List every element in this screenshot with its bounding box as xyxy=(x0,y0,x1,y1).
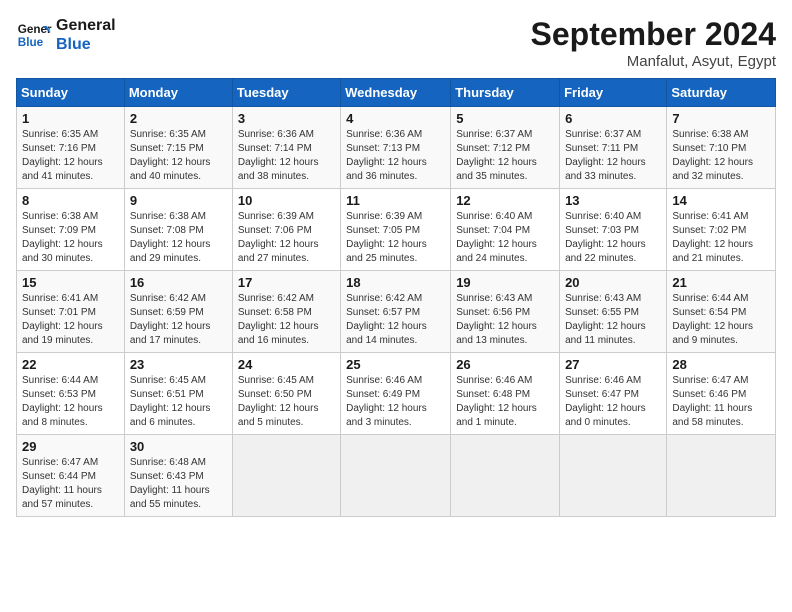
header-thursday: Thursday xyxy=(451,79,560,107)
calendar-day-10: 10Sunrise: 6:39 AM Sunset: 7:06 PM Dayli… xyxy=(232,189,340,271)
location-title: Manfalut, Asyut, Egypt xyxy=(531,53,776,70)
calendar-header-row: SundayMondayTuesdayWednesdayThursdayFrid… xyxy=(17,79,776,107)
calendar-empty xyxy=(667,435,776,517)
calendar-day-21: 21Sunrise: 6:44 AM Sunset: 6:54 PM Dayli… xyxy=(667,271,776,353)
calendar-day-5: 5Sunrise: 6:37 AM Sunset: 7:12 PM Daylig… xyxy=(451,107,560,189)
calendar-day-1: 1Sunrise: 6:35 AM Sunset: 7:16 PM Daylig… xyxy=(17,107,125,189)
calendar-day-30: 30Sunrise: 6:48 AM Sunset: 6:43 PM Dayli… xyxy=(124,435,232,517)
calendar-day-9: 9Sunrise: 6:38 AM Sunset: 7:08 PM Daylig… xyxy=(124,189,232,271)
calendar-empty xyxy=(451,435,560,517)
logo-icon: General Blue xyxy=(16,17,52,53)
calendar-week-5: 29Sunrise: 6:47 AM Sunset: 6:44 PM Dayli… xyxy=(17,435,776,517)
calendar-day-28: 28Sunrise: 6:47 AM Sunset: 6:46 PM Dayli… xyxy=(667,353,776,435)
header-wednesday: Wednesday xyxy=(341,79,451,107)
calendar-empty xyxy=(232,435,340,517)
calendar-day-19: 19Sunrise: 6:43 AM Sunset: 6:56 PM Dayli… xyxy=(451,271,560,353)
calendar-day-6: 6Sunrise: 6:37 AM Sunset: 7:11 PM Daylig… xyxy=(560,107,667,189)
calendar-day-23: 23Sunrise: 6:45 AM Sunset: 6:51 PM Dayli… xyxy=(124,353,232,435)
calendar-week-4: 22Sunrise: 6:44 AM Sunset: 6:53 PM Dayli… xyxy=(17,353,776,435)
month-title: September 2024 xyxy=(531,16,776,53)
calendar-day-29: 29Sunrise: 6:47 AM Sunset: 6:44 PM Dayli… xyxy=(17,435,125,517)
calendar-day-18: 18Sunrise: 6:42 AM Sunset: 6:57 PM Dayli… xyxy=(341,271,451,353)
calendar-day-26: 26Sunrise: 6:46 AM Sunset: 6:48 PM Dayli… xyxy=(451,353,560,435)
calendar-day-16: 16Sunrise: 6:42 AM Sunset: 6:59 PM Dayli… xyxy=(124,271,232,353)
calendar-day-13: 13Sunrise: 6:40 AM Sunset: 7:03 PM Dayli… xyxy=(560,189,667,271)
calendar-empty xyxy=(341,435,451,517)
calendar-day-4: 4Sunrise: 6:36 AM Sunset: 7:13 PM Daylig… xyxy=(341,107,451,189)
header-saturday: Saturday xyxy=(667,79,776,107)
calendar-day-3: 3Sunrise: 6:36 AM Sunset: 7:14 PM Daylig… xyxy=(232,107,340,189)
calendar-week-3: 15Sunrise: 6:41 AM Sunset: 7:01 PM Dayli… xyxy=(17,271,776,353)
calendar-table: SundayMondayTuesdayWednesdayThursdayFrid… xyxy=(16,78,776,517)
calendar-week-1: 1Sunrise: 6:35 AM Sunset: 7:16 PM Daylig… xyxy=(17,107,776,189)
calendar-day-25: 25Sunrise: 6:46 AM Sunset: 6:49 PM Dayli… xyxy=(341,353,451,435)
calendar-day-2: 2Sunrise: 6:35 AM Sunset: 7:15 PM Daylig… xyxy=(124,107,232,189)
svg-text:Blue: Blue xyxy=(18,36,44,49)
calendar-day-27: 27Sunrise: 6:46 AM Sunset: 6:47 PM Dayli… xyxy=(560,353,667,435)
logo-blue: Blue xyxy=(56,35,116,54)
calendar-day-22: 22Sunrise: 6:44 AM Sunset: 6:53 PM Dayli… xyxy=(17,353,125,435)
header: General Blue General Blue September 2024… xyxy=(16,16,776,70)
logo-general: General xyxy=(56,16,116,35)
calendar-day-15: 15Sunrise: 6:41 AM Sunset: 7:01 PM Dayli… xyxy=(17,271,125,353)
calendar-day-8: 8Sunrise: 6:38 AM Sunset: 7:09 PM Daylig… xyxy=(17,189,125,271)
calendar-day-17: 17Sunrise: 6:42 AM Sunset: 6:58 PM Dayli… xyxy=(232,271,340,353)
calendar-day-11: 11Sunrise: 6:39 AM Sunset: 7:05 PM Dayli… xyxy=(341,189,451,271)
title-area: September 2024 Manfalut, Asyut, Egypt xyxy=(531,16,776,70)
header-friday: Friday xyxy=(560,79,667,107)
header-tuesday: Tuesday xyxy=(232,79,340,107)
header-monday: Monday xyxy=(124,79,232,107)
logo: General Blue General Blue xyxy=(16,16,116,54)
calendar-day-24: 24Sunrise: 6:45 AM Sunset: 6:50 PM Dayli… xyxy=(232,353,340,435)
calendar-day-20: 20Sunrise: 6:43 AM Sunset: 6:55 PM Dayli… xyxy=(560,271,667,353)
calendar-day-14: 14Sunrise: 6:41 AM Sunset: 7:02 PM Dayli… xyxy=(667,189,776,271)
calendar-week-2: 8Sunrise: 6:38 AM Sunset: 7:09 PM Daylig… xyxy=(17,189,776,271)
calendar-day-12: 12Sunrise: 6:40 AM Sunset: 7:04 PM Dayli… xyxy=(451,189,560,271)
calendar-day-7: 7Sunrise: 6:38 AM Sunset: 7:10 PM Daylig… xyxy=(667,107,776,189)
header-sunday: Sunday xyxy=(17,79,125,107)
calendar-empty xyxy=(560,435,667,517)
